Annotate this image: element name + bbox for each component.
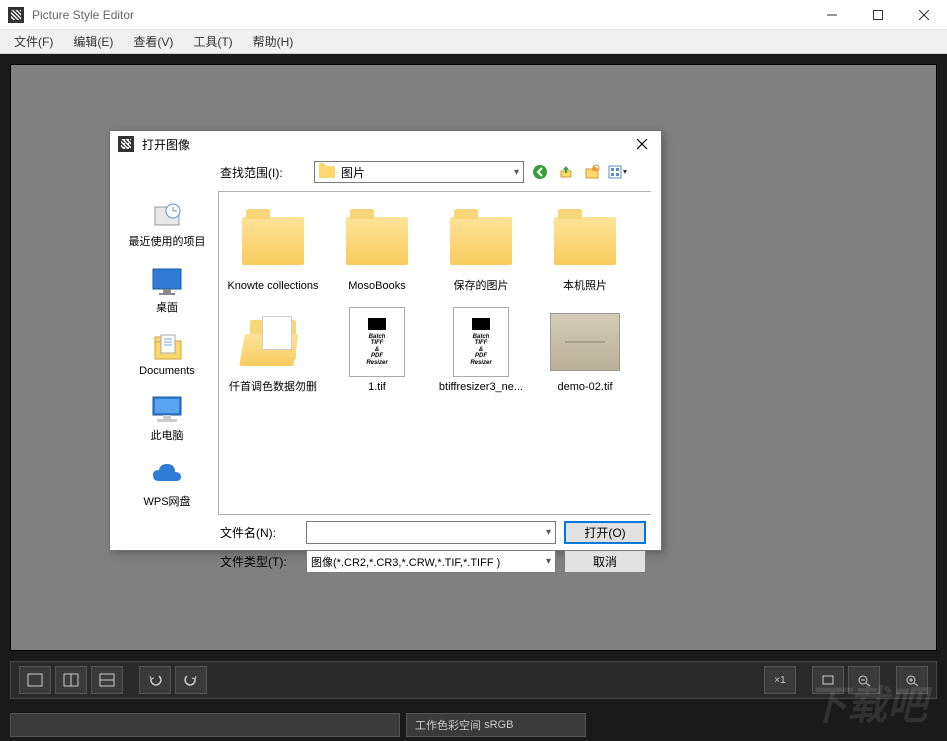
nav-newfolder-button[interactable] [582,162,602,182]
filename-input[interactable]: ▾ [306,521,556,544]
file-item[interactable]: 仟首调色数据勿删 [221,303,325,404]
dialog-titlebar: 打开图像 [110,131,661,157]
status-bar: 工作色彩空间 sRGB [10,709,937,741]
folder-open-icon [238,307,308,377]
app-icon [8,7,24,23]
file-name-label: 保存的图片 [454,280,509,293]
zoom-fit-button[interactable] [812,666,844,694]
nav-back-button[interactable] [530,162,550,182]
menubar: 文件(F) 编辑(E) 查看(V) 工具(T) 帮助(H) [0,30,947,54]
menu-tools[interactable]: 工具(T) [183,31,242,52]
dialog-close-button[interactable] [627,131,657,157]
menu-file[interactable]: 文件(F) [4,31,63,52]
places-bar: 最近使用的项目 桌面 Documents 此电脑 WPS网盘 [120,191,214,515]
file-name-label: demo-02.tif [557,381,612,394]
dialog-icon [118,136,134,152]
place-wps-cloud[interactable]: WPS网盘 [123,453,211,515]
place-label: Documents [139,365,195,377]
document-thumbnail-icon: BatchTIFF&PDFResizer [446,307,516,377]
cancel-button[interactable]: 取消 [564,550,646,573]
cloud-icon [149,459,185,491]
nav-up-button[interactable] [556,162,576,182]
document-thumbnail-icon: BatchTIFF&PDFResizer [342,307,412,377]
place-recent[interactable]: 最近使用的项目 [123,193,211,255]
colorspace-label: 工作色彩空间 [415,717,481,733]
filename-label: 文件名(N): [220,524,298,541]
file-item[interactable]: BatchTIFF&PDFResizer 1.tif [325,303,429,404]
file-name-label: 本机照片 [563,280,607,293]
zoom-out-button[interactable] [848,666,880,694]
menu-help[interactable]: 帮助(H) [243,31,304,52]
folder-icon [342,206,412,276]
file-name-label: Knowte collections [227,280,318,293]
filetype-value: 图像(*.CR2,*.CR3,*.CRW,*.TIF,*.TIFF ) [311,554,500,570]
file-name-label: 1.tif [368,381,386,394]
folder-icon [238,206,308,276]
layout-split-h-button[interactable] [55,666,87,694]
file-name-label: btiffresizer3_ne... [439,381,523,394]
menu-edit[interactable]: 编辑(E) [63,31,123,52]
zoom-in-button[interactable] [896,666,928,694]
file-item[interactable]: MosoBooks [325,202,429,303]
place-label: 最近使用的项目 [129,233,206,249]
file-item[interactable]: Knowte collections [221,202,325,303]
folder-icon [446,206,516,276]
image-thumbnail-icon [550,307,620,377]
maximize-button[interactable] [855,0,901,30]
file-item[interactable]: BatchTIFF&PDFResizer btiffresizer3_ne... [429,303,533,404]
lookin-label: 查找范围(I): [220,164,308,181]
place-computer[interactable]: 此电脑 [123,387,211,449]
file-item[interactable]: demo-02.tif [533,303,637,404]
place-label: 此电脑 [151,427,184,443]
nav-viewmenu-button[interactable] [608,162,628,182]
dialog-title: 打开图像 [142,136,627,153]
undo-button[interactable] [139,666,171,694]
redo-button[interactable] [175,666,207,694]
colorspace-value: sRGB [484,719,513,731]
place-label: 桌面 [156,299,178,315]
place-label: WPS网盘 [143,493,190,509]
minimize-button[interactable] [809,0,855,30]
layout-split-v-button[interactable] [91,666,123,694]
file-name-label: 仟首调色数据勿删 [229,381,317,394]
file-item[interactable]: 本机照片 [533,202,637,303]
chevron-down-icon: ▾ [546,527,551,538]
filetype-select[interactable]: 图像(*.CR2,*.CR3,*.CRW,*.TIF,*.TIFF ) ▾ [306,550,556,573]
lookin-select[interactable]: 图片 ▾ [314,161,524,183]
place-desktop[interactable]: 桌面 [123,259,211,321]
computer-icon [149,393,185,425]
filetype-label: 文件类型(T): [220,553,298,570]
layout-single-button[interactable] [19,666,51,694]
folder-icon [550,206,620,276]
recent-icon [149,199,185,231]
desktop-icon [149,265,185,297]
chevron-down-icon: ▾ [514,167,519,178]
status-info [10,713,400,737]
lookin-value: 图片 [341,164,365,181]
file-list-area: Knowte collections MosoBooks 保存的图片 本机照片仟首调色… [218,191,651,515]
documents-icon [149,331,185,363]
close-button[interactable] [901,0,947,30]
zoom-actual-button[interactable]: ×1 [764,666,796,694]
status-colorspace: 工作色彩空间 sRGB [406,713,586,737]
chevron-down-icon: ▾ [546,556,551,567]
place-documents[interactable]: Documents [123,325,211,383]
folder-icon [319,166,335,178]
file-name-label: MosoBooks [348,280,405,293]
titlebar: Picture Style Editor [0,0,947,30]
open-button[interactable]: 打开(O) [564,521,646,544]
file-item[interactable]: 保存的图片 [429,202,533,303]
bottom-toolbar: ×1 [10,661,937,699]
window-title: Picture Style Editor [32,8,809,22]
menu-view[interactable]: 查看(V) [123,31,183,52]
open-file-dialog: 打开图像 查找范围(I): 图片 ▾ 最近使用的项目 [109,130,662,551]
